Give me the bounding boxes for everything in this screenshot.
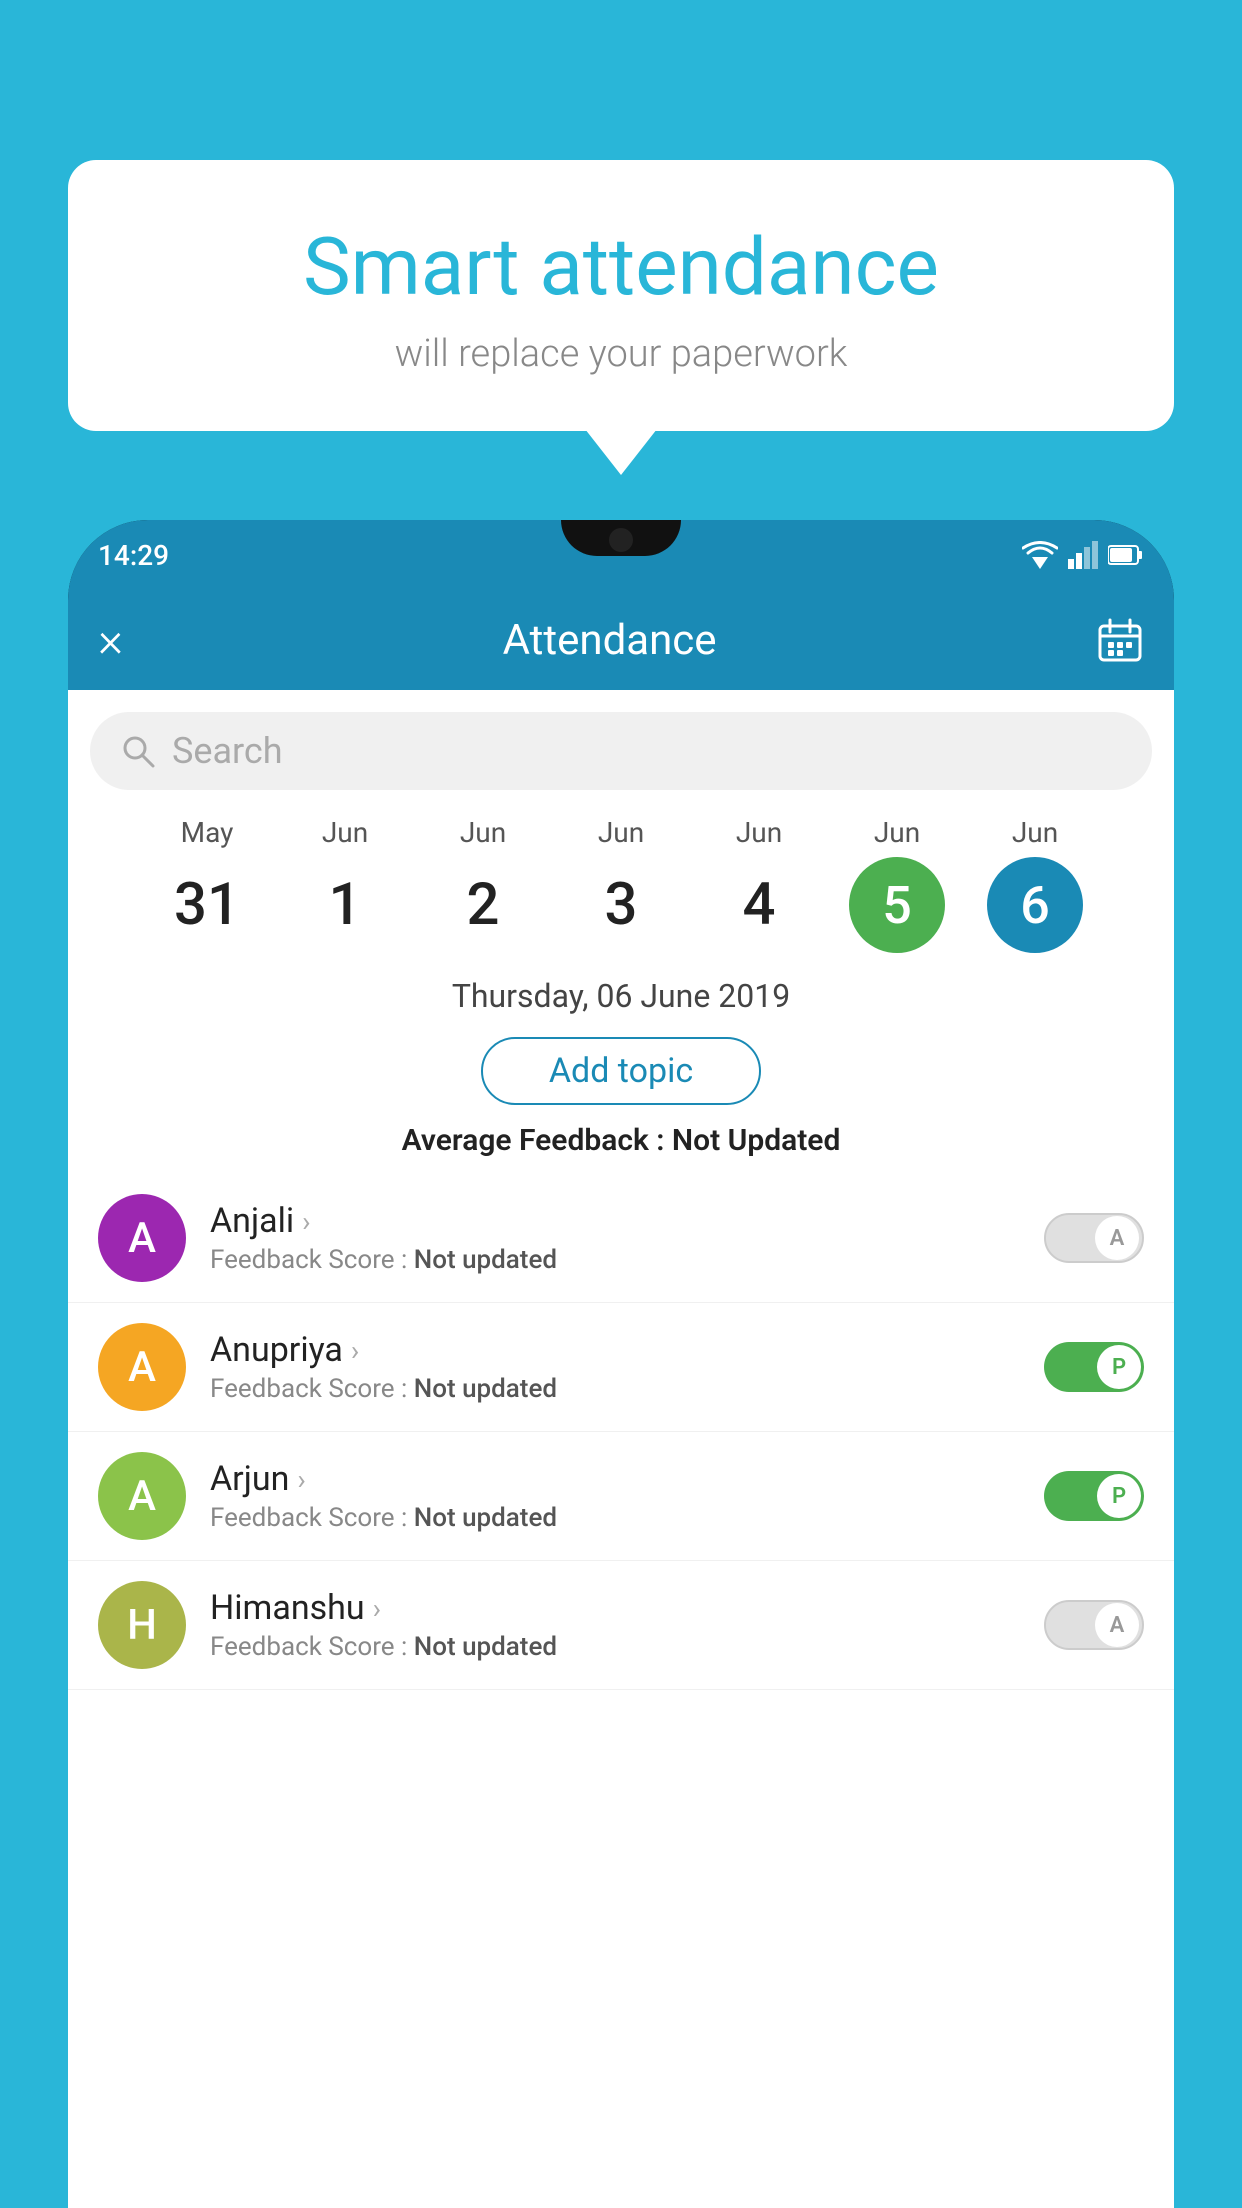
- chevron-icon-0: ›: [302, 1205, 310, 1238]
- date-day-3: 3: [573, 857, 669, 953]
- student-info-0: Anjali › Feedback Score : Not updated: [210, 1201, 1020, 1275]
- toggle-knob-0: A: [1095, 1216, 1139, 1260]
- student-feedback-3: Feedback Score : Not updated: [210, 1632, 1020, 1662]
- student-feedback-2: Feedback Score : Not updated: [210, 1503, 1020, 1533]
- date-col-0[interactable]: May 31: [138, 816, 276, 953]
- bubble-subtitle: will replace your paperwork: [108, 332, 1134, 376]
- date-month-0: May: [181, 816, 234, 849]
- selected-date-label: Thursday, 06 June 2019: [68, 977, 1174, 1015]
- date-day-6: 6: [987, 857, 1083, 953]
- student-info-3: Himanshu › Feedback Score : Not updated: [210, 1588, 1020, 1662]
- date-col-5[interactable]: Jun 5: [828, 816, 966, 953]
- average-feedback: Average Feedback : Not Updated: [68, 1123, 1174, 1158]
- close-button[interactable]: ×: [98, 616, 123, 664]
- student-avatar-2: A: [98, 1452, 186, 1540]
- student-avatar-0: A: [98, 1194, 186, 1282]
- student-feedback-0: Feedback Score : Not updated: [210, 1245, 1020, 1275]
- chevron-icon-1: ›: [351, 1334, 359, 1367]
- front-camera: [609, 528, 633, 552]
- toolbar-title: Attendance: [123, 616, 1096, 665]
- chevron-icon-2: ›: [297, 1463, 305, 1496]
- date-day-4: 4: [711, 857, 807, 953]
- phone-frame: 14:29 × Attendance: [68, 520, 1174, 2208]
- app-toolbar: × Attendance: [68, 590, 1174, 690]
- toggle-switch-2[interactable]: P: [1044, 1471, 1144, 1521]
- date-day-5: 5: [849, 857, 945, 953]
- student-row-3[interactable]: H Himanshu › Feedback Score : Not updated A: [68, 1561, 1174, 1690]
- phone-screen: Search May 31 Jun 1 Jun 2 Jun 3 Jun 4 Jun 5 Jun 6 Thu…: [68, 690, 1174, 2208]
- student-feedback-1: Feedback Score : Not updated: [210, 1374, 1020, 1404]
- avg-feedback-label: Average Feedback :: [402, 1123, 672, 1158]
- student-avatar-3: H: [98, 1581, 186, 1669]
- student-list: AAnjali ›Feedback Score : Not updatedAAA…: [68, 1174, 1174, 1690]
- speech-bubble: Smart attendance will replace your paper…: [68, 160, 1174, 431]
- date-month-3: Jun: [598, 816, 644, 849]
- avg-feedback-value: Not Updated: [672, 1123, 840, 1158]
- search-bar[interactable]: Search: [90, 712, 1152, 790]
- search-icon: [120, 733, 156, 769]
- date-month-1: Jun: [322, 816, 368, 849]
- calendar-icon[interactable]: [1096, 616, 1144, 664]
- student-name-0: Anjali ›: [210, 1201, 1020, 1241]
- student-name-1: Anupriya ›: [210, 1330, 1020, 1370]
- toggle-switch-1[interactable]: P: [1044, 1342, 1144, 1392]
- phone-notch: [561, 520, 681, 556]
- chevron-icon-3: ›: [373, 1592, 381, 1625]
- date-month-2: Jun: [460, 816, 506, 849]
- toggle-knob-3: A: [1095, 1603, 1139, 1647]
- add-topic-button[interactable]: Add topic: [481, 1037, 761, 1105]
- date-col-3[interactable]: Jun 3: [552, 816, 690, 953]
- search-placeholder: Search: [172, 730, 283, 772]
- date-col-6[interactable]: Jun 6: [966, 816, 1104, 953]
- bubble-title: Smart attendance: [108, 220, 1134, 314]
- date-row: May 31 Jun 1 Jun 2 Jun 3 Jun 4 Jun 5 Jun 6: [68, 790, 1174, 953]
- date-day-0: 31: [159, 857, 255, 953]
- battery-icon: [1108, 544, 1144, 566]
- student-info-1: Anupriya › Feedback Score : Not updated: [210, 1330, 1020, 1404]
- signal-icon: [1068, 541, 1098, 569]
- student-row-1[interactable]: A Anupriya › Feedback Score : Not updated P: [68, 1303, 1174, 1432]
- date-col-2[interactable]: Jun 2: [414, 816, 552, 953]
- date-month-5: Jun: [874, 816, 920, 849]
- student-row-2[interactable]: A Arjun › Feedback Score : Not updated P: [68, 1432, 1174, 1561]
- toggle-knob-2: P: [1097, 1474, 1141, 1518]
- status-icons: [1022, 541, 1144, 569]
- date-day-1: 1: [297, 857, 393, 953]
- date-col-4[interactable]: Jun 4: [690, 816, 828, 953]
- student-info-2: Arjun › Feedback Score : Not updated: [210, 1459, 1020, 1533]
- student-row-0[interactable]: A Anjali › Feedback Score : Not updated A: [68, 1174, 1174, 1303]
- date-month-4: Jun: [736, 816, 782, 849]
- toggle-switch-3[interactable]: A: [1044, 1600, 1144, 1650]
- wifi-icon: [1022, 541, 1058, 569]
- toggle-switch-0[interactable]: A: [1044, 1213, 1144, 1263]
- toggle-knob-1: P: [1097, 1345, 1141, 1389]
- date-day-2: 2: [435, 857, 531, 953]
- status-time: 14:29: [98, 539, 169, 572]
- date-month-6: Jun: [1012, 816, 1058, 849]
- student-name-2: Arjun ›: [210, 1459, 1020, 1499]
- student-avatar-1: A: [98, 1323, 186, 1411]
- student-name-3: Himanshu ›: [210, 1588, 1020, 1628]
- date-col-1[interactable]: Jun 1: [276, 816, 414, 953]
